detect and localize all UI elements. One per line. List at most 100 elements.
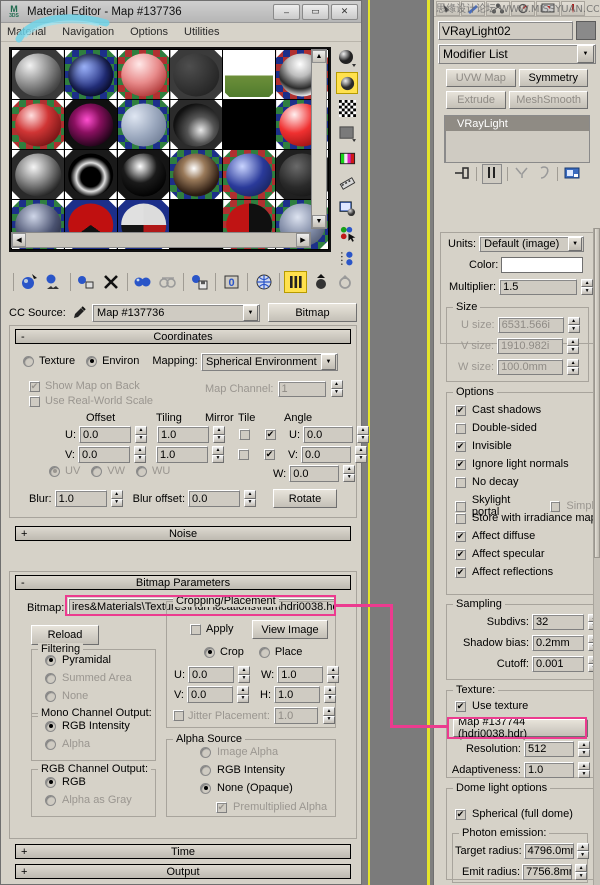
maximize-button[interactable]: ▭ bbox=[302, 3, 329, 20]
double-sided-checkbox[interactable] bbox=[455, 422, 466, 434]
reload-button[interactable]: Reload bbox=[31, 625, 99, 645]
noise-rollup-toggle[interactable]: + bbox=[21, 528, 27, 540]
premultiplied-alpha-checkbox[interactable]: ✔ bbox=[216, 801, 227, 813]
u-size-field[interactable]: 6531.566i bbox=[497, 317, 564, 333]
modifier-list-combo[interactable]: Modifier List ▼ bbox=[438, 44, 596, 64]
cutoff-field[interactable]: 0.001 bbox=[532, 656, 584, 672]
crop-radio[interactable] bbox=[204, 646, 215, 658]
material-slot[interactable] bbox=[117, 150, 170, 199]
material-slot[interactable] bbox=[170, 50, 223, 99]
blur-spinner[interactable]: ▲ ▼ bbox=[110, 490, 123, 507]
menu-item-navigation[interactable]: Navigation bbox=[62, 26, 114, 38]
blur-offset-spinner[interactable]: ▲ ▼ bbox=[244, 490, 257, 507]
mono-alpha-radio[interactable] bbox=[45, 738, 56, 750]
mono-option-alpha[interactable]: Alpha bbox=[45, 738, 90, 750]
coordinates-rollup-header[interactable]: - Coordinates bbox=[15, 329, 351, 344]
option-invisible[interactable]: ✔ Invisible bbox=[455, 440, 512, 452]
crop-h-field[interactable]: 1.0 bbox=[274, 686, 320, 703]
option-affect-diffuse[interactable]: ✔ Affect diffuse bbox=[455, 530, 535, 542]
mirror-u-checkbox[interactable] bbox=[239, 429, 250, 440]
map-channel-field[interactable]: 1 bbox=[277, 380, 326, 397]
material-slot[interactable] bbox=[64, 100, 117, 149]
create-tab-icon[interactable] bbox=[436, 0, 460, 16]
store-with-irradiance-map-checkbox[interactable] bbox=[455, 512, 466, 524]
mono-rgb-intensity-radio[interactable] bbox=[45, 720, 56, 732]
uvw-map-button[interactable]: UVW Map bbox=[446, 69, 516, 87]
filtering-option-pyramidal[interactable]: Pyramidal bbox=[45, 654, 111, 666]
hierarchy-tab-icon[interactable] bbox=[486, 0, 510, 16]
chevron-down-icon[interactable]: ▼ bbox=[568, 237, 583, 251]
video-color-check-icon[interactable] bbox=[336, 147, 358, 169]
spherical-full-dome-row[interactable]: ✔ Spherical (full dome) bbox=[455, 808, 573, 820]
extrude-button[interactable]: Extrude bbox=[446, 91, 507, 109]
shadow-bias-field[interactable]: 0.2mm bbox=[532, 635, 584, 651]
spherical-full-dome-checkbox[interactable]: ✔ bbox=[455, 808, 466, 820]
alpha-none-opaque-radio[interactable] bbox=[200, 782, 211, 794]
modify-tab-icon[interactable] bbox=[461, 0, 485, 16]
alpha-as-gray-radio[interactable] bbox=[45, 794, 56, 806]
v-size-field[interactable]: 1910.982i bbox=[497, 338, 564, 354]
filtering-none-radio[interactable] bbox=[45, 690, 56, 702]
offset-v-spinner[interactable]: ▲ ▼ bbox=[134, 446, 146, 463]
motion-tab-icon[interactable] bbox=[511, 0, 535, 16]
ignore-light-normals-checkbox[interactable]: ✔ bbox=[455, 458, 466, 470]
material-effects-icon[interactable]: 0 bbox=[220, 271, 243, 293]
slot-scroll-up-button[interactable]: ▲ bbox=[312, 50, 326, 63]
affect-specular-checkbox[interactable]: ✔ bbox=[455, 548, 466, 560]
alpha-option-rgb-intensity[interactable]: RGB Intensity bbox=[200, 764, 285, 776]
v-size-spinner[interactable]: ▲ ▼ bbox=[567, 338, 580, 354]
menu-item-material[interactable]: Material bbox=[7, 26, 46, 38]
option-store-with-irradiance-map[interactable]: Store with irradiance map bbox=[455, 512, 597, 524]
mapping-combo[interactable]: Spherical Environment ▼ bbox=[201, 353, 338, 371]
chevron-down-icon[interactable]: ▼ bbox=[577, 45, 594, 63]
close-button[interactable]: ✕ bbox=[331, 3, 358, 20]
material-slot[interactable] bbox=[170, 100, 223, 149]
make-unique-icon[interactable] bbox=[157, 271, 180, 293]
option-no-decay[interactable]: No decay bbox=[455, 476, 518, 488]
use-texture-row[interactable]: ✔ Use texture bbox=[455, 700, 528, 712]
tile-v-checkbox[interactable]: ✔ bbox=[264, 449, 275, 460]
output-rollup-toggle[interactable]: + bbox=[21, 866, 27, 878]
option-double-sided[interactable]: Double-sided bbox=[455, 422, 537, 434]
eyedropper-icon[interactable] bbox=[70, 305, 88, 320]
crop-u-spinner[interactable]: ▲ ▼ bbox=[238, 666, 250, 683]
display-tab-icon[interactable] bbox=[536, 0, 560, 16]
resolution-spinner[interactable]: ▲ ▼ bbox=[578, 741, 590, 757]
minimize-button[interactable]: – bbox=[273, 3, 300, 20]
vw-radio[interactable] bbox=[91, 465, 103, 477]
mirror-v-checkbox[interactable] bbox=[238, 449, 249, 460]
remove-modifier-icon[interactable] bbox=[536, 165, 552, 184]
chevron-down-icon[interactable]: ▼ bbox=[321, 354, 336, 370]
material-id-channel-icon[interactable] bbox=[336, 247, 358, 269]
affect-diffuse-checkbox[interactable]: ✔ bbox=[455, 530, 466, 542]
summed-area-radio[interactable] bbox=[45, 672, 56, 684]
time-rollup-toggle[interactable]: + bbox=[21, 846, 27, 858]
assign-material-icon[interactable] bbox=[75, 271, 98, 293]
sample-uv-tiling-icon[interactable] bbox=[336, 122, 358, 144]
place-radio[interactable] bbox=[258, 646, 270, 658]
background-checker-icon[interactable] bbox=[336, 97, 358, 119]
invisible-checkbox[interactable]: ✔ bbox=[455, 440, 466, 452]
options-icon[interactable] bbox=[336, 197, 358, 219]
slot-scroll-down-button[interactable]: ▼ bbox=[312, 215, 326, 228]
tiling-v-spinner[interactable]: ▲ ▼ bbox=[212, 446, 224, 463]
multiplier-spinner[interactable]: ▲ ▼ bbox=[581, 279, 594, 295]
angle-w-spinner[interactable]: ▲ ▼ bbox=[343, 465, 356, 482]
environ-radio[interactable] bbox=[86, 355, 98, 367]
angle-v-field[interactable]: 0.0 bbox=[301, 446, 351, 463]
material-slot-grid[interactable] bbox=[9, 47, 331, 252]
material-slot-selected[interactable] bbox=[223, 50, 276, 99]
jitter-field[interactable]: 1.0 bbox=[273, 707, 318, 724]
multiplier-field[interactable]: 1.5 bbox=[499, 279, 578, 295]
command-panel-scrollbar[interactable] bbox=[593, 228, 600, 885]
units-combo[interactable]: Default (image) ▼ bbox=[479, 236, 585, 252]
tiling-v-field[interactable]: 1.0 bbox=[156, 446, 208, 463]
offset-u-spinner[interactable]: ▲ ▼ bbox=[135, 426, 147, 443]
sample-type-icon[interactable] bbox=[336, 47, 358, 69]
option-affect-specular[interactable]: ✔ Affect specular bbox=[455, 548, 545, 560]
image-alpha-radio[interactable] bbox=[200, 746, 211, 758]
subdivs-field[interactable]: 32 bbox=[532, 614, 584, 630]
put-material-to-scene-icon[interactable] bbox=[43, 271, 66, 293]
wu-radio[interactable] bbox=[136, 465, 148, 477]
texture-radio[interactable] bbox=[23, 355, 34, 367]
